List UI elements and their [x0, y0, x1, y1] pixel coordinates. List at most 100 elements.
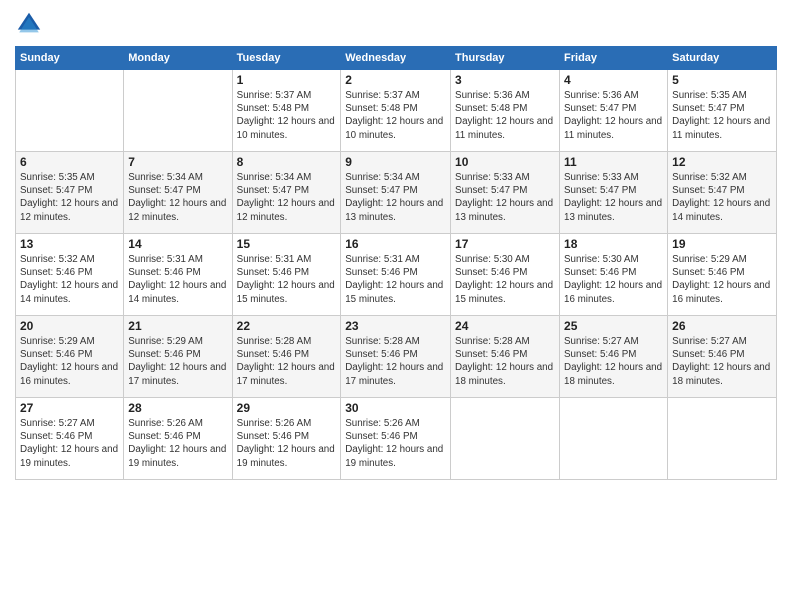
calendar-cell: 9 Sunrise: 5:34 AM Sunset: 5:47 PM Daylig…: [341, 152, 451, 234]
calendar-cell: 6 Sunrise: 5:35 AM Sunset: 5:47 PM Daylig…: [16, 152, 124, 234]
day-number: 12: [672, 155, 772, 169]
logo-icon: [15, 10, 43, 38]
calendar-cell: 26 Sunrise: 5:27 AM Sunset: 5:46 PM Dayli…: [668, 316, 777, 398]
day-number: 14: [128, 237, 227, 251]
day-info: Sunrise: 5:31 AM Sunset: 5:46 PM Dayligh…: [345, 253, 446, 306]
day-info: Sunrise: 5:31 AM Sunset: 5:46 PM Dayligh…: [237, 253, 337, 306]
day-info: Sunrise: 5:34 AM Sunset: 5:47 PM Dayligh…: [345, 171, 446, 224]
calendar-cell: 14 Sunrise: 5:31 AM Sunset: 5:46 PM Dayli…: [124, 234, 232, 316]
header: [15, 10, 777, 38]
day-info: Sunrise: 5:35 AM Sunset: 5:47 PM Dayligh…: [672, 89, 772, 142]
day-info: Sunrise: 5:34 AM Sunset: 5:47 PM Dayligh…: [128, 171, 227, 224]
day-info: Sunrise: 5:30 AM Sunset: 5:46 PM Dayligh…: [455, 253, 555, 306]
calendar-cell: [560, 398, 668, 480]
calendar-cell: 10 Sunrise: 5:33 AM Sunset: 5:47 PM Dayli…: [451, 152, 560, 234]
calendar-cell: 18Sunrise: 5:30 AM Sunset: 5:46 PM Dayli…: [560, 234, 668, 316]
day-number: 23: [345, 319, 446, 333]
day-number: 2: [345, 73, 446, 87]
day-number: 16: [345, 237, 446, 251]
day-info: Sunrise: 5:26 AM Sunset: 5:46 PM Dayligh…: [345, 417, 446, 470]
day-number: 17: [455, 237, 555, 251]
day-info: Sunrise: 5:33 AM Sunset: 5:47 PM Dayligh…: [564, 171, 663, 224]
calendar-cell: 8 Sunrise: 5:34 AM Sunset: 5:47 PM Daylig…: [232, 152, 341, 234]
day-number: 29: [237, 401, 337, 415]
day-info: Sunrise: 5:37 AM Sunset: 5:48 PM Dayligh…: [237, 89, 337, 142]
day-info: Sunrise: 5:28 AM Sunset: 5:46 PM Dayligh…: [237, 335, 337, 388]
day-number: 6: [20, 155, 119, 169]
calendar-cell: 3Sunrise: 5:36 AM Sunset: 5:48 PM Daylig…: [451, 70, 560, 152]
day-number: 25: [564, 319, 663, 333]
day-number: 19: [672, 237, 772, 251]
day-number: 22: [237, 319, 337, 333]
calendar-week-row: 1 Sunrise: 5:37 AM Sunset: 5:48 PM Daylig…: [16, 70, 777, 152]
calendar-week-row: 13Sunrise: 5:32 AM Sunset: 5:46 PM Dayli…: [16, 234, 777, 316]
calendar-body: 1 Sunrise: 5:37 AM Sunset: 5:48 PM Daylig…: [16, 70, 777, 480]
calendar-cell: 11 Sunrise: 5:33 AM Sunset: 5:47 PM Dayli…: [560, 152, 668, 234]
day-info: Sunrise: 5:29 AM Sunset: 5:46 PM Dayligh…: [20, 335, 119, 388]
day-info: Sunrise: 5:28 AM Sunset: 5:46 PM Dayligh…: [455, 335, 555, 388]
day-number: 5: [672, 73, 772, 87]
calendar-cell: 21Sunrise: 5:29 AM Sunset: 5:46 PM Dayli…: [124, 316, 232, 398]
day-info: Sunrise: 5:32 AM Sunset: 5:47 PM Dayligh…: [672, 171, 772, 224]
calendar-cell: 24 Sunrise: 5:28 AM Sunset: 5:46 PM Dayli…: [451, 316, 560, 398]
day-info: Sunrise: 5:35 AM Sunset: 5:47 PM Dayligh…: [20, 171, 119, 224]
day-info: Sunrise: 5:27 AM Sunset: 5:46 PM Dayligh…: [20, 417, 119, 470]
calendar-cell: 29Sunrise: 5:26 AM Sunset: 5:46 PM Dayli…: [232, 398, 341, 480]
calendar-cell: 30 Sunrise: 5:26 AM Sunset: 5:46 PM Dayli…: [341, 398, 451, 480]
day-number: 30: [345, 401, 446, 415]
calendar-cell: [451, 398, 560, 480]
calendar-cell: 22 Sunrise: 5:28 AM Sunset: 5:46 PM Dayli…: [232, 316, 341, 398]
calendar-cell: 7 Sunrise: 5:34 AM Sunset: 5:47 PM Daylig…: [124, 152, 232, 234]
calendar-cell: 25 Sunrise: 5:27 AM Sunset: 5:46 PM Dayli…: [560, 316, 668, 398]
calendar-header: SundayMondayTuesdayWednesdayThursdayFrid…: [16, 47, 777, 70]
calendar-cell: 1 Sunrise: 5:37 AM Sunset: 5:48 PM Daylig…: [232, 70, 341, 152]
day-number: 27: [20, 401, 119, 415]
day-number: 8: [237, 155, 337, 169]
day-info: Sunrise: 5:36 AM Sunset: 5:48 PM Dayligh…: [455, 89, 555, 142]
day-info: Sunrise: 5:29 AM Sunset: 5:46 PM Dayligh…: [128, 335, 227, 388]
day-number: 9: [345, 155, 446, 169]
day-number: 26: [672, 319, 772, 333]
day-info: Sunrise: 5:37 AM Sunset: 5:48 PM Dayligh…: [345, 89, 446, 142]
day-number: 20: [20, 319, 119, 333]
weekday-header: Thursday: [451, 47, 560, 70]
calendar-cell: 19Sunrise: 5:29 AM Sunset: 5:46 PM Dayli…: [668, 234, 777, 316]
weekday-header: Wednesday: [341, 47, 451, 70]
calendar-cell: 2 Sunrise: 5:37 AM Sunset: 5:48 PM Daylig…: [341, 70, 451, 152]
day-number: 4: [564, 73, 663, 87]
day-info: Sunrise: 5:36 AM Sunset: 5:47 PM Dayligh…: [564, 89, 663, 142]
calendar-cell: 16 Sunrise: 5:31 AM Sunset: 5:46 PM Dayli…: [341, 234, 451, 316]
day-number: 10: [455, 155, 555, 169]
day-info: Sunrise: 5:26 AM Sunset: 5:46 PM Dayligh…: [128, 417, 227, 470]
calendar-cell: 23Sunrise: 5:28 AM Sunset: 5:46 PM Dayli…: [341, 316, 451, 398]
day-number: 11: [564, 155, 663, 169]
calendar-cell: 17 Sunrise: 5:30 AM Sunset: 5:46 PM Dayli…: [451, 234, 560, 316]
day-number: 7: [128, 155, 227, 169]
calendar-cell: 28 Sunrise: 5:26 AM Sunset: 5:46 PM Dayli…: [124, 398, 232, 480]
day-info: Sunrise: 5:33 AM Sunset: 5:47 PM Dayligh…: [455, 171, 555, 224]
day-info: Sunrise: 5:34 AM Sunset: 5:47 PM Dayligh…: [237, 171, 337, 224]
day-info: Sunrise: 5:31 AM Sunset: 5:46 PM Dayligh…: [128, 253, 227, 306]
day-info: Sunrise: 5:32 AM Sunset: 5:46 PM Dayligh…: [20, 253, 119, 306]
day-info: Sunrise: 5:27 AM Sunset: 5:46 PM Dayligh…: [564, 335, 663, 388]
calendar-cell: [16, 70, 124, 152]
calendar-cell: 13Sunrise: 5:32 AM Sunset: 5:46 PM Dayli…: [16, 234, 124, 316]
calendar-cell: 15 Sunrise: 5:31 AM Sunset: 5:46 PM Dayli…: [232, 234, 341, 316]
day-number: 15: [237, 237, 337, 251]
weekday-row: SundayMondayTuesdayWednesdayThursdayFrid…: [16, 47, 777, 70]
day-number: 1: [237, 73, 337, 87]
calendar-week-row: 6 Sunrise: 5:35 AM Sunset: 5:47 PM Daylig…: [16, 152, 777, 234]
day-info: Sunrise: 5:27 AM Sunset: 5:46 PM Dayligh…: [672, 335, 772, 388]
calendar-cell: [668, 398, 777, 480]
day-number: 18: [564, 237, 663, 251]
calendar-cell: 20 Sunrise: 5:29 AM Sunset: 5:46 PM Dayli…: [16, 316, 124, 398]
page: SundayMondayTuesdayWednesdayThursdayFrid…: [0, 0, 792, 612]
calendar-week-row: 20 Sunrise: 5:29 AM Sunset: 5:46 PM Dayli…: [16, 316, 777, 398]
day-number: 24: [455, 319, 555, 333]
day-number: 28: [128, 401, 227, 415]
calendar-cell: [124, 70, 232, 152]
weekday-header: Friday: [560, 47, 668, 70]
weekday-header: Saturday: [668, 47, 777, 70]
calendar-cell: 5 Sunrise: 5:35 AM Sunset: 5:47 PM Daylig…: [668, 70, 777, 152]
calendar-cell: 27 Sunrise: 5:27 AM Sunset: 5:46 PM Dayli…: [16, 398, 124, 480]
